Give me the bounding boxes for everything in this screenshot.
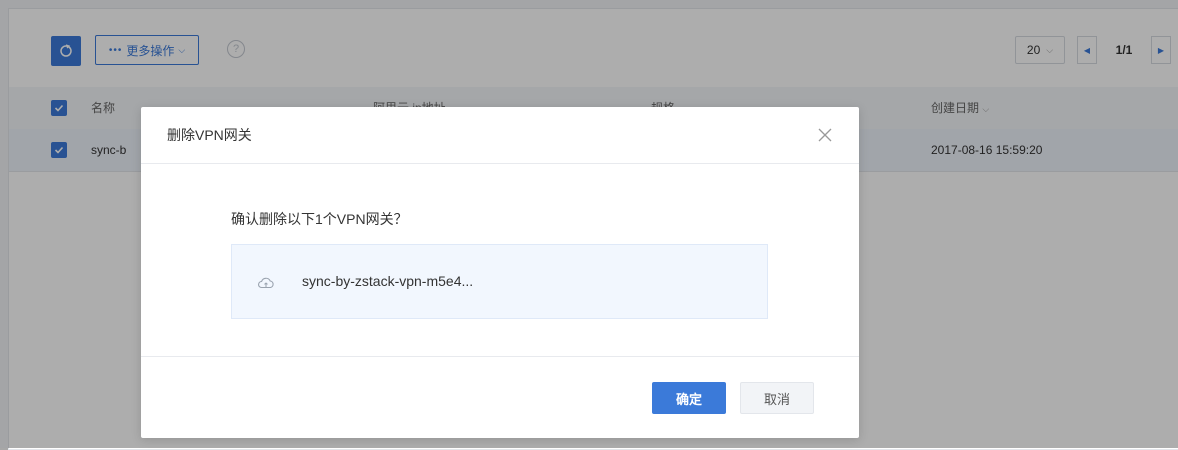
- dialog-header: 删除VPN网关: [141, 107, 859, 164]
- delete-item-name: sync-by-zstack-vpn-m5e4...: [302, 273, 474, 289]
- cloud-icon: [258, 277, 274, 289]
- delete-vpn-gateway-dialog: 删除VPN网关 确认删除以下1个VPN网关？ sync-by-zstack-vp…: [141, 107, 859, 438]
- confirm-message: 确认删除以下1个VPN网关？: [231, 211, 408, 227]
- delete-item-list: sync-by-zstack-vpn-m5e4...: [231, 244, 768, 319]
- confirm-button[interactable]: 确定: [652, 382, 726, 414]
- dialog-title: 删除VPN网关: [167, 127, 252, 143]
- close-icon[interactable]: [815, 125, 835, 145]
- cancel-button[interactable]: 取消: [740, 382, 814, 414]
